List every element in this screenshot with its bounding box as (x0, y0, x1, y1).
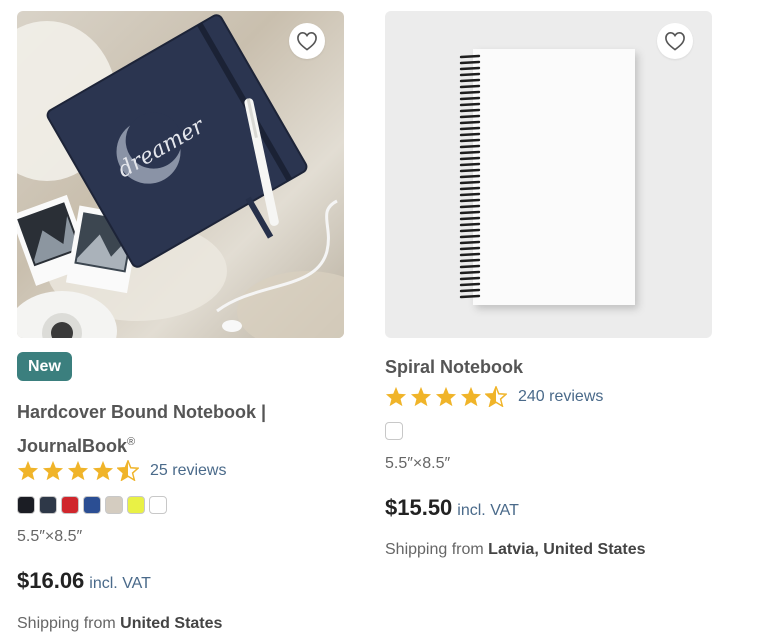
shipping-prefix: Shipping from (17, 615, 116, 632)
product-card-spiral-notebook[interactable]: Spiral Notebook 240 reviews 5.5″×8.5″ $1… (385, 0, 712, 558)
product-rating: 240 reviews (385, 386, 603, 407)
color-swatch-blue[interactable] (83, 496, 101, 514)
registered-mark: ® (127, 436, 136, 448)
star-icon (385, 386, 407, 407)
new-badge: New (17, 352, 72, 381)
product-image-hardcover-notebook[interactable]: dreamer (17, 11, 344, 338)
vat-label: incl. VAT (89, 575, 151, 592)
heart-outline-icon (665, 31, 685, 51)
star-icon (435, 386, 457, 407)
color-swatch-black[interactable] (17, 496, 35, 514)
color-swatch-white[interactable] (385, 422, 403, 440)
price-amount: $15.50 (385, 495, 453, 520)
spiral-notebook-photo (459, 49, 635, 305)
color-swatches (17, 496, 167, 514)
product-title-text: Hardcover Bound Notebook | JournalBook (17, 402, 267, 456)
shipping-prefix: Shipping from (385, 541, 484, 558)
star-icon (17, 460, 39, 481)
color-swatch-beige[interactable] (105, 496, 123, 514)
favorite-button[interactable] (657, 23, 693, 59)
star-icon (460, 386, 482, 407)
favorite-button[interactable] (289, 23, 325, 59)
hardcover-notebook-photo: dreamer (17, 14, 344, 338)
product-title[interactable]: Hardcover Bound Notebook | JournalBook® (17, 397, 337, 461)
shipping-info: Shipping from Latvia, United States (385, 541, 646, 559)
price-amount: $16.06 (17, 568, 85, 593)
product-size: 5.5″×8.5″ (385, 455, 451, 472)
product-size: 5.5″×8.5″ (17, 528, 83, 545)
product-price: $16.06 incl. VAT (17, 568, 151, 594)
product-card-hardcover-notebook[interactable]: dreamer New Hardcover Bound Notebook | J… (17, 0, 344, 632)
shipping-origin: United States (120, 615, 223, 632)
star-icon (92, 460, 114, 481)
color-swatch-yellow[interactable] (127, 496, 145, 514)
color-swatch-red[interactable] (61, 496, 79, 514)
half-star-icon (485, 386, 507, 407)
vat-label: incl. VAT (457, 502, 519, 519)
reviews-link[interactable]: 240 reviews (518, 388, 603, 406)
star-icon (67, 460, 89, 481)
product-title[interactable]: Spiral Notebook (385, 352, 523, 382)
product-rating: 25 reviews (17, 460, 226, 481)
shipping-info: Shipping from United States (17, 615, 222, 633)
color-swatch-navy[interactable] (39, 496, 57, 514)
reviews-link[interactable]: 25 reviews (150, 462, 226, 480)
heart-outline-icon (297, 31, 317, 51)
half-star-icon (117, 460, 139, 481)
star-icon (42, 460, 64, 481)
product-price: $15.50 incl. VAT (385, 495, 519, 521)
color-swatch-white[interactable] (149, 496, 167, 514)
product-image-spiral-notebook[interactable] (385, 11, 712, 338)
star-icon (410, 386, 432, 407)
shipping-origin: Latvia, United States (488, 541, 646, 558)
